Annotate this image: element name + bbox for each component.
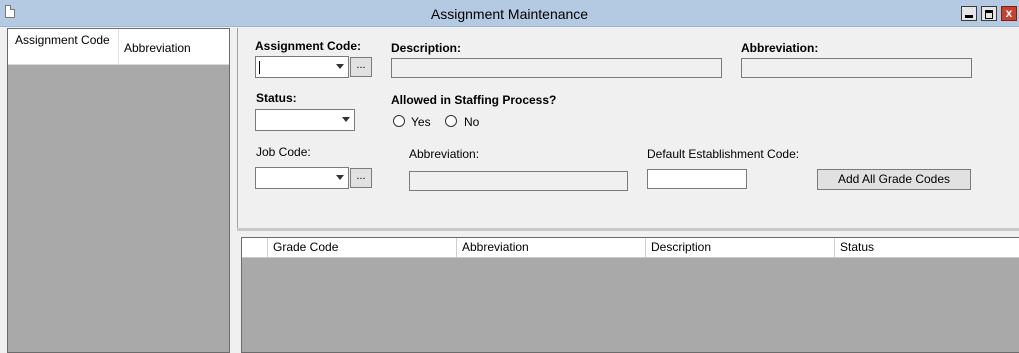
column-header-abbreviation[interactable]: Abbreviation — [124, 41, 191, 55]
minimize-button[interactable] — [961, 6, 977, 21]
job-code-lookup-button[interactable]: ... — [350, 168, 372, 188]
abbreviation-label: Abbreviation: — [741, 41, 819, 55]
maximize-button[interactable] — [981, 6, 997, 21]
column-header-grade-code[interactable]: Grade Code — [267, 238, 456, 257]
status-combo[interactable] — [255, 109, 355, 131]
column-separator[interactable] — [118, 29, 119, 64]
job-code-combo[interactable] — [255, 167, 349, 189]
no-radio[interactable] — [445, 115, 457, 127]
job-abbreviation-field[interactable] — [409, 171, 628, 191]
status-label: Status: — [256, 91, 297, 105]
job-code-label: Job Code: — [256, 145, 311, 159]
window-title: Assignment Maintenance — [430, 6, 589, 22]
column-header-status[interactable]: Status — [834, 238, 1019, 257]
abbreviation-field[interactable] — [741, 58, 972, 78]
yes-label[interactable]: Yes — [411, 115, 431, 129]
grade-grid[interactable]: Grade Code Abbreviation Description Stat… — [241, 237, 1019, 353]
job-abbreviation-label: Abbreviation: — [409, 147, 480, 161]
panel-splitter[interactable] — [237, 228, 1019, 231]
assignment-code-combo[interactable] — [255, 56, 349, 78]
title-bar: Assignment Maintenance x — [0, 0, 1019, 27]
assignment-list-header: Assignment Code Abbreviation — [8, 29, 229, 65]
row-selector-header[interactable] — [242, 238, 267, 257]
chevron-down-icon[interactable] — [336, 175, 344, 180]
default-establishment-label: Default Establishment Code: — [647, 147, 800, 161]
yes-radio[interactable] — [393, 115, 405, 127]
assignment-code-lookup-button[interactable]: ... — [350, 57, 372, 77]
column-header-abbreviation[interactable]: Abbreviation — [456, 238, 645, 257]
assignment-code-label: Assignment Code: — [255, 39, 362, 53]
description-field[interactable] — [391, 58, 722, 78]
grade-grid-header: Grade Code Abbreviation Description Stat… — [242, 238, 1019, 258]
column-header-description[interactable]: Description — [645, 238, 834, 257]
add-all-grade-codes-button[interactable]: Add All Grade Codes — [817, 169, 971, 190]
chevron-down-icon[interactable] — [336, 64, 344, 69]
text-caret — [259, 61, 260, 74]
assignment-list[interactable]: Assignment Code Abbreviation — [7, 28, 230, 353]
close-button[interactable]: x — [1001, 6, 1017, 21]
no-label[interactable]: No — [464, 115, 479, 129]
column-header-assignment-code[interactable]: Assignment Code — [15, 34, 115, 47]
chevron-down-icon[interactable] — [342, 117, 350, 122]
default-establishment-field[interactable] — [647, 169, 747, 189]
allowed-in-staffing-label: Allowed in Staffing Process? — [391, 93, 557, 107]
description-label: Description: — [391, 41, 462, 55]
